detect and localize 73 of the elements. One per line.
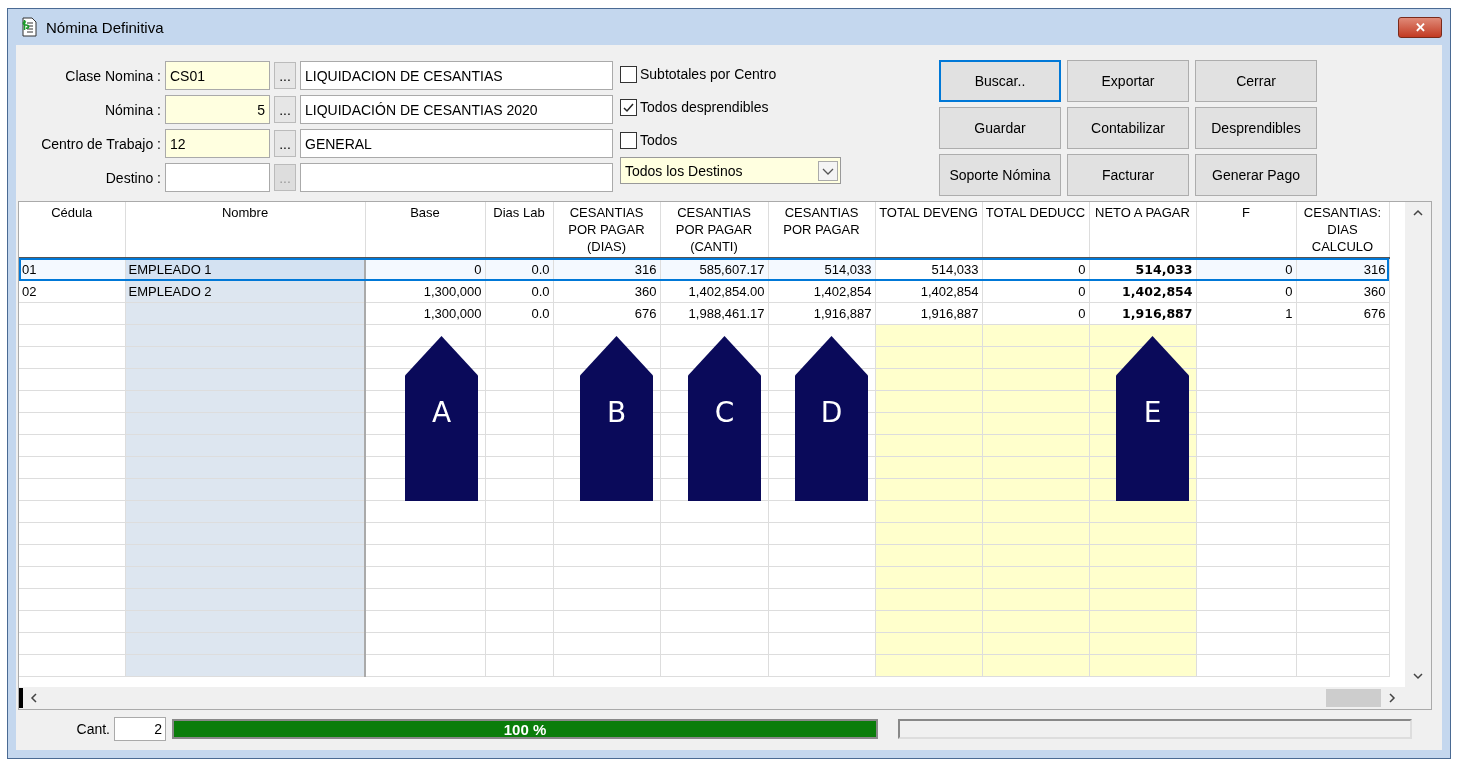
table-cell: 316 <box>1296 258 1389 281</box>
code-field[interactable]: 12 <box>165 129 270 158</box>
table-cell: EMPLEADO 1 <box>125 258 365 281</box>
action-button[interactable]: Soporte Nómina <box>939 154 1061 196</box>
checkbox-label: Todos <box>640 132 678 148</box>
table-cell: 514,033 <box>875 258 982 281</box>
table-cell: 02 <box>19 280 125 303</box>
checkbox[interactable] <box>620 131 637 149</box>
scrollbar-thumb[interactable] <box>1326 689 1381 707</box>
code-field[interactable]: CS01 <box>165 61 270 90</box>
table-cell: 676 <box>1296 302 1389 325</box>
table-cell: 360 <box>1296 280 1389 303</box>
table-cell: 514,033 <box>768 258 875 281</box>
action-button[interactable]: Contabilizar <box>1067 107 1189 149</box>
description-field[interactable]: LIQUIDACIÓN DE CESANTIAS 2020 <box>300 95 613 124</box>
code-field[interactable] <box>165 163 270 192</box>
table-cell: 316 <box>553 258 660 281</box>
checkbox[interactable] <box>620 98 637 116</box>
table-cell: 0 <box>1196 258 1296 281</box>
table-cell: 1 <box>1196 302 1296 325</box>
table-cell: 0.0 <box>485 258 553 281</box>
table-cell: 1,300,000 <box>365 280 485 303</box>
table-cell: 676 <box>553 302 660 325</box>
checkbox-label: Subtotales por Centro <box>640 66 777 82</box>
vertical-scrollbar[interactable] <box>1405 202 1431 687</box>
action-button[interactable]: Facturar <box>1067 154 1189 196</box>
progress-text: 100 % <box>502 721 548 737</box>
table-cell: 514,033 <box>1089 258 1196 281</box>
count-label: Cant. <box>75 721 111 737</box>
horizontal-scrollbar[interactable] <box>19 687 1431 709</box>
field-label: Clase Nomina : <box>64 67 161 84</box>
table-cell: EMPLEADO 2 <box>125 280 365 303</box>
close-button[interactable]: ✕ <box>1398 16 1442 38</box>
code-field[interactable]: 5 <box>165 95 270 124</box>
lookup-button[interactable]: ... <box>274 62 296 89</box>
chevron-down-icon[interactable] <box>1412 671 1424 681</box>
action-button[interactable]: Generar Pago <box>1195 154 1317 196</box>
table-cell: 360 <box>553 280 660 303</box>
action-button[interactable]: Buscar.. <box>939 60 1061 102</box>
table-cell: 1,402,854 <box>768 280 875 303</box>
table-cell: 1,402,854.00 <box>660 280 768 303</box>
field-label: Destino : <box>104 169 161 186</box>
table-cell: 01 <box>19 258 125 281</box>
action-button[interactable]: Cerrar <box>1195 60 1317 102</box>
lookup-button[interactable]: ... <box>274 96 296 123</box>
action-button[interactable]: Desprendibles <box>1195 107 1317 149</box>
table-cell: 0.0 <box>485 302 553 325</box>
field-label: Nómina : <box>103 101 161 118</box>
chevron-down-icon[interactable] <box>818 160 838 181</box>
document-dollar-icon <box>20 17 38 37</box>
chevron-up-icon[interactable] <box>1412 208 1424 218</box>
table-cell: 1,300,000 <box>365 302 485 325</box>
description-field[interactable] <box>300 163 613 192</box>
window-title: Nómina Definitiva <box>46 18 164 36</box>
description-field[interactable]: GENERAL <box>300 129 613 158</box>
action-button[interactable]: Exportar <box>1067 60 1189 102</box>
lookup-button[interactable]: ... <box>274 130 296 157</box>
field-label: Centro de Trabajo : <box>40 135 161 152</box>
table-cell: 0 <box>982 258 1089 281</box>
table-cell: 1,988,461.17 <box>660 302 768 325</box>
checkbox[interactable] <box>620 65 637 83</box>
table-cell: 0 <box>365 258 485 281</box>
table-cell: 1,916,887 <box>768 302 875 325</box>
table-cell: 585,607.17 <box>660 258 768 281</box>
action-button[interactable]: Guardar <box>939 107 1061 149</box>
checkbox-label: Todos desprendibles <box>640 99 769 115</box>
chevron-right-icon[interactable] <box>1387 692 1397 704</box>
count-field: 2 <box>114 717 166 741</box>
table-cell: 0.0 <box>485 280 553 303</box>
destination-dropdown[interactable]: Todos los Destinos <box>620 157 841 184</box>
description-field[interactable]: LIQUIDACION DE CESANTIAS <box>300 61 613 90</box>
chevron-left-icon[interactable] <box>29 692 39 704</box>
table-cell: 0 <box>1196 280 1296 303</box>
